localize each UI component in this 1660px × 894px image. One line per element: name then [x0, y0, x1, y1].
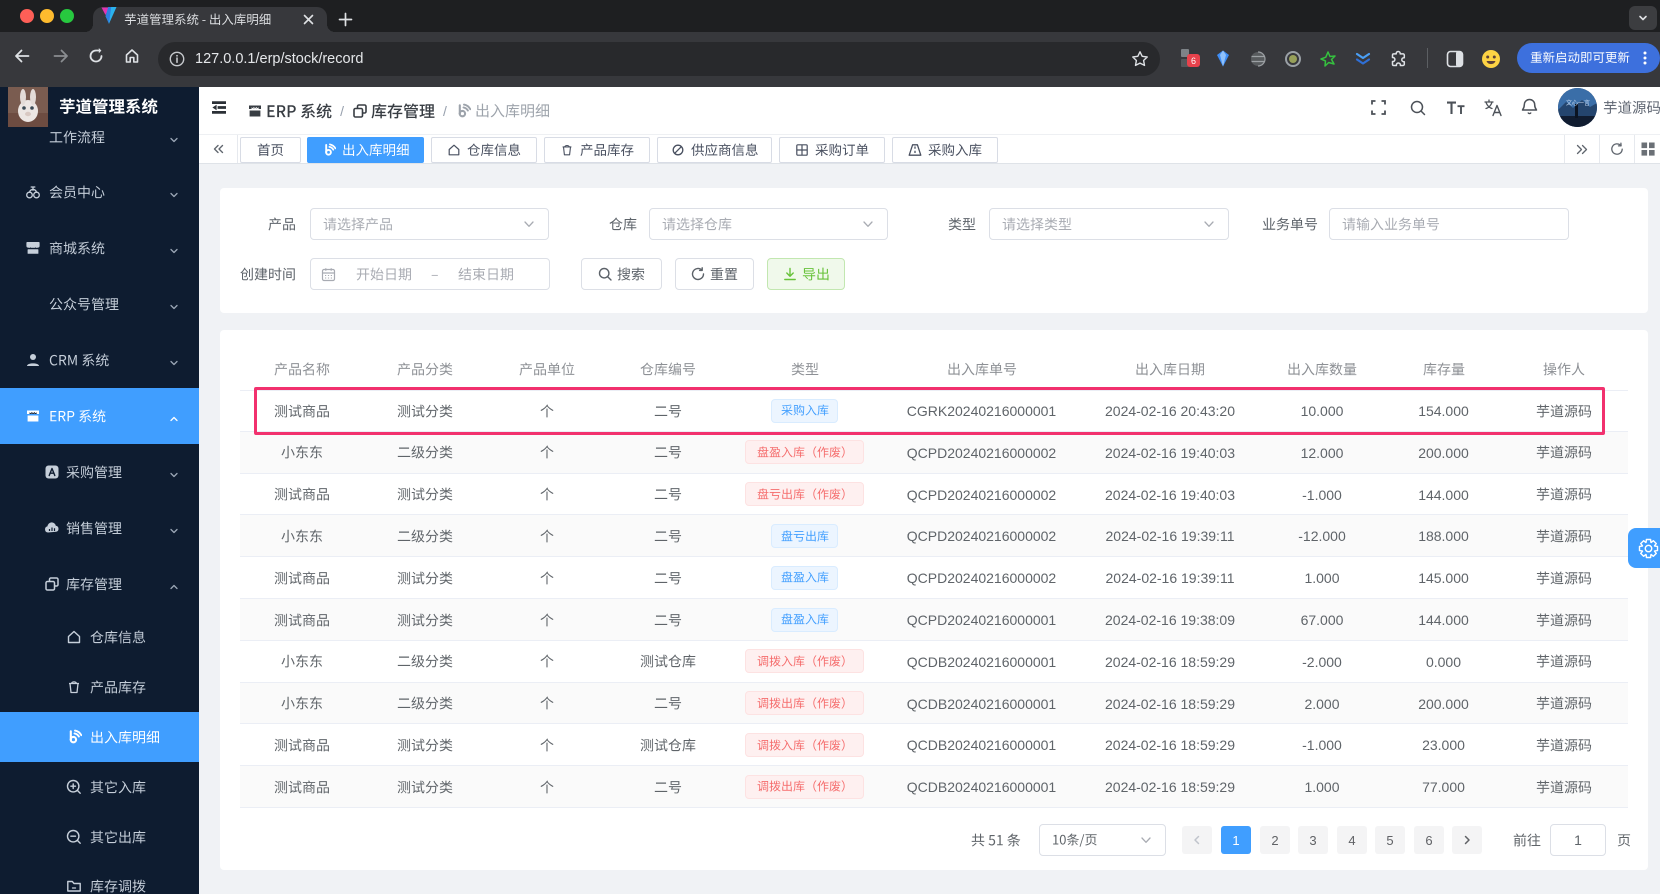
svg-text:文心一言: 文心一言: [1566, 99, 1590, 107]
svg-text:6: 6: [1191, 56, 1196, 66]
